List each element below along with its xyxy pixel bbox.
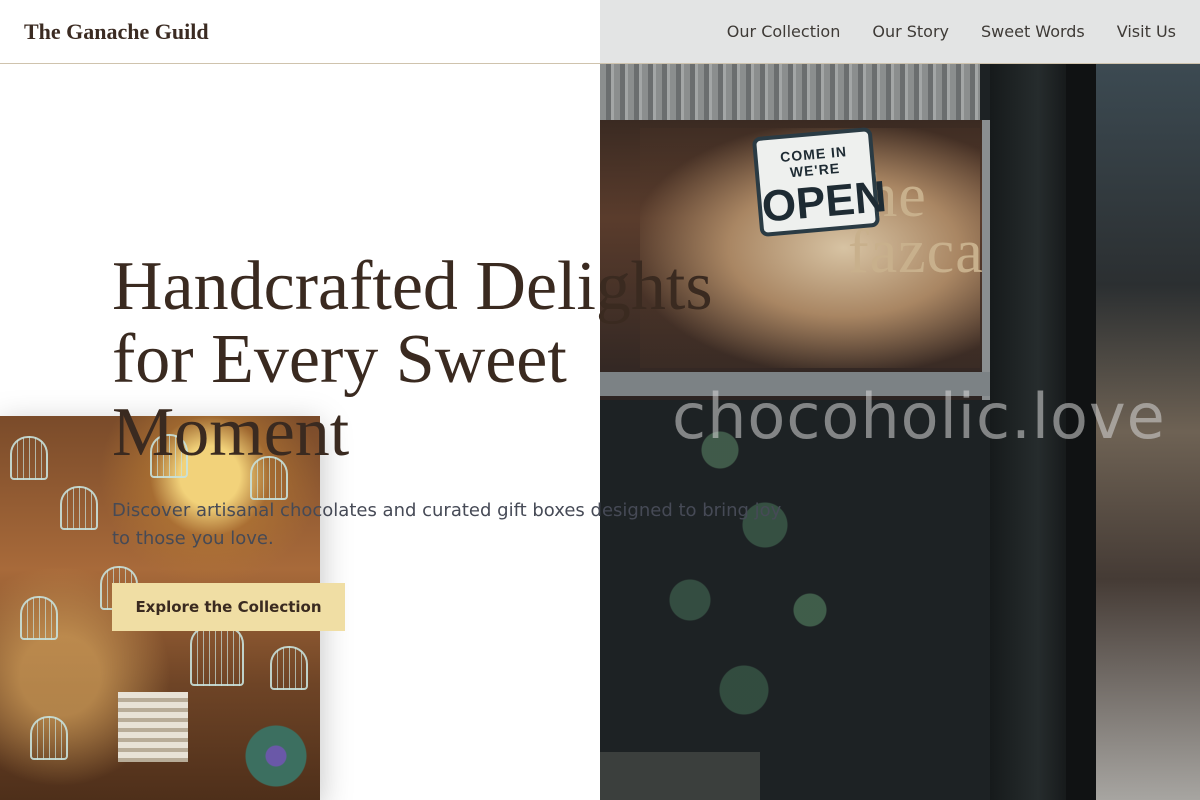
hero-section: Handcrafted Delights for Every Sweet Mom… [112,250,812,631]
main-nav: Our Collection Our Story Sweet Words Vis… [727,22,1176,41]
corrugated-awning [600,64,980,120]
nav-link-our-collection[interactable]: Our Collection [727,22,841,41]
brand-logo[interactable]: The Ganache Guild [24,19,209,45]
explore-collection-button[interactable]: Explore the Collection [112,583,345,631]
open-sign: COME IN WE'RE OPEN [751,126,889,238]
bird-cage-icon [60,486,98,530]
bird-cage-icon [30,716,68,760]
white-bench [118,692,188,762]
site-header: The Ganache Guild Our Collection Our Sto… [0,0,1200,64]
open-sign-big-text: OPEN [759,172,889,232]
bird-cage-icon [190,626,244,686]
nav-link-visit-us[interactable]: Visit Us [1117,22,1176,41]
bird-cage-icon [270,646,308,690]
bird-cage-icon [10,436,48,480]
purple-flowers [236,716,316,796]
hero-title: Handcrafted Delights for Every Sweet Mom… [112,248,713,471]
hero-subtitle: Discover artisanal chocolates and curate… [112,500,782,549]
planter-box [600,752,760,800]
bird-cage-icon [20,596,58,640]
nav-link-our-story[interactable]: Our Story [872,22,949,41]
nav-link-sweet-words[interactable]: Sweet Words [981,22,1085,41]
